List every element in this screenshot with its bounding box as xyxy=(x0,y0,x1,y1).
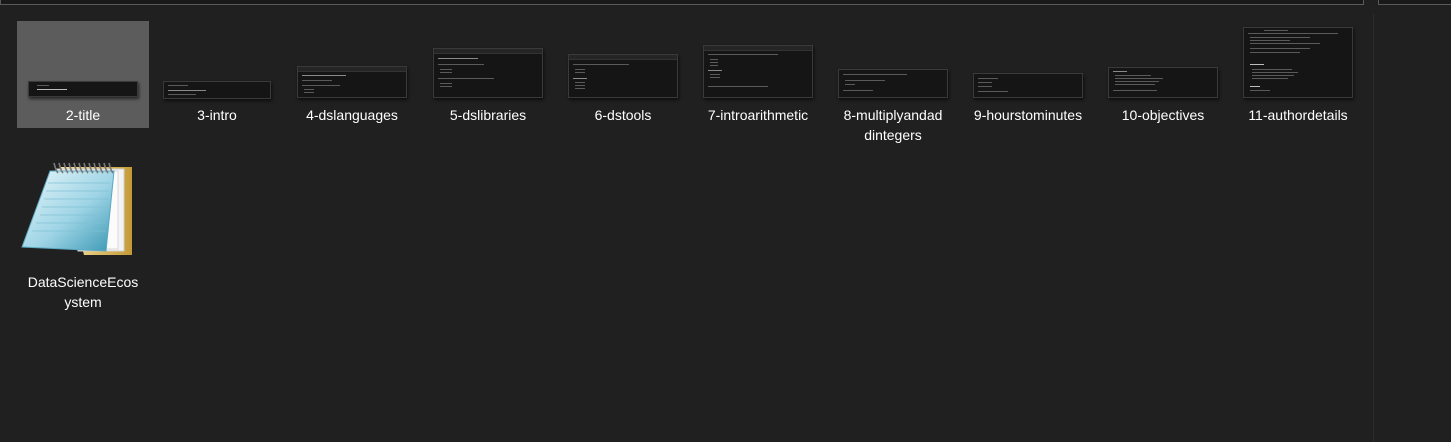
notepad-icon xyxy=(21,162,132,255)
file-item-10-objectives[interactable]: 10-objectives xyxy=(1097,21,1229,128)
thumbnail xyxy=(151,21,283,101)
file-label: DataScienceEcos ystem xyxy=(27,274,139,310)
thumbnail-image xyxy=(568,54,678,98)
file-label: 10-objectives xyxy=(1121,107,1205,123)
thumbnail-image xyxy=(163,81,271,99)
thumbnail xyxy=(962,21,1094,101)
file-label: 4-dslanguages xyxy=(306,107,398,123)
thumbnail-image xyxy=(703,45,813,98)
thumbnail xyxy=(1097,21,1229,101)
thumbnail-image xyxy=(1108,67,1218,98)
pane-divider xyxy=(1373,14,1374,442)
thumbnail xyxy=(17,21,149,101)
file-grid: 2-title 3-intro 4-dslanguages 5-dslibrar… xyxy=(0,0,1373,442)
thumbnail-image xyxy=(297,66,407,98)
file-item-8-multiplyandaddintegers[interactable]: 8-multiplyandad dintegers xyxy=(827,21,959,143)
thumbnail xyxy=(1232,21,1364,101)
file-label: 9-hourstominutes xyxy=(973,107,1083,123)
file-item-11-authordetails[interactable]: 11-authordetails xyxy=(1232,21,1364,128)
thumbnail-image xyxy=(973,73,1083,98)
thumbnail xyxy=(286,21,418,101)
thumbnail xyxy=(557,21,689,101)
thumbnail-image xyxy=(838,69,948,98)
file-item-7-introarithmetic[interactable]: 7-introarithmetic xyxy=(692,21,824,128)
file-item-9-hourstominutes[interactable]: 9-hourstominutes xyxy=(962,21,1094,128)
search-box[interactable] xyxy=(1378,0,1451,5)
file-label: 6-dstools xyxy=(594,107,652,123)
thumbnail xyxy=(827,21,959,101)
thumbnail-image xyxy=(1243,27,1353,98)
file-label: 3-intro xyxy=(197,107,237,123)
thumbnail xyxy=(692,21,824,101)
thumbnail-image xyxy=(28,81,138,97)
file-label: 2-title xyxy=(65,107,101,123)
file-label: 7-introarithmetic xyxy=(707,107,809,123)
file-label: 8-multiplyandad dintegers xyxy=(843,107,943,143)
file-item-datascienceecosystem[interactable]: DataScienceEcos ystem xyxy=(0,155,166,315)
file-item-5-dslibraries[interactable]: 5-dslibraries xyxy=(422,21,554,128)
file-item-3-intro[interactable]: 3-intro xyxy=(151,21,283,128)
thumbnail xyxy=(422,21,554,101)
file-item-4-dslanguages[interactable]: 4-dslanguages xyxy=(286,21,418,128)
thumbnail-image xyxy=(433,48,543,98)
file-label: 5-dslibraries xyxy=(449,107,527,123)
file-item-6-dstools[interactable]: 6-dstools xyxy=(557,21,689,128)
file-label: 11-authordetails xyxy=(1248,107,1348,123)
file-item-2-title[interactable]: 2-title xyxy=(17,21,149,128)
